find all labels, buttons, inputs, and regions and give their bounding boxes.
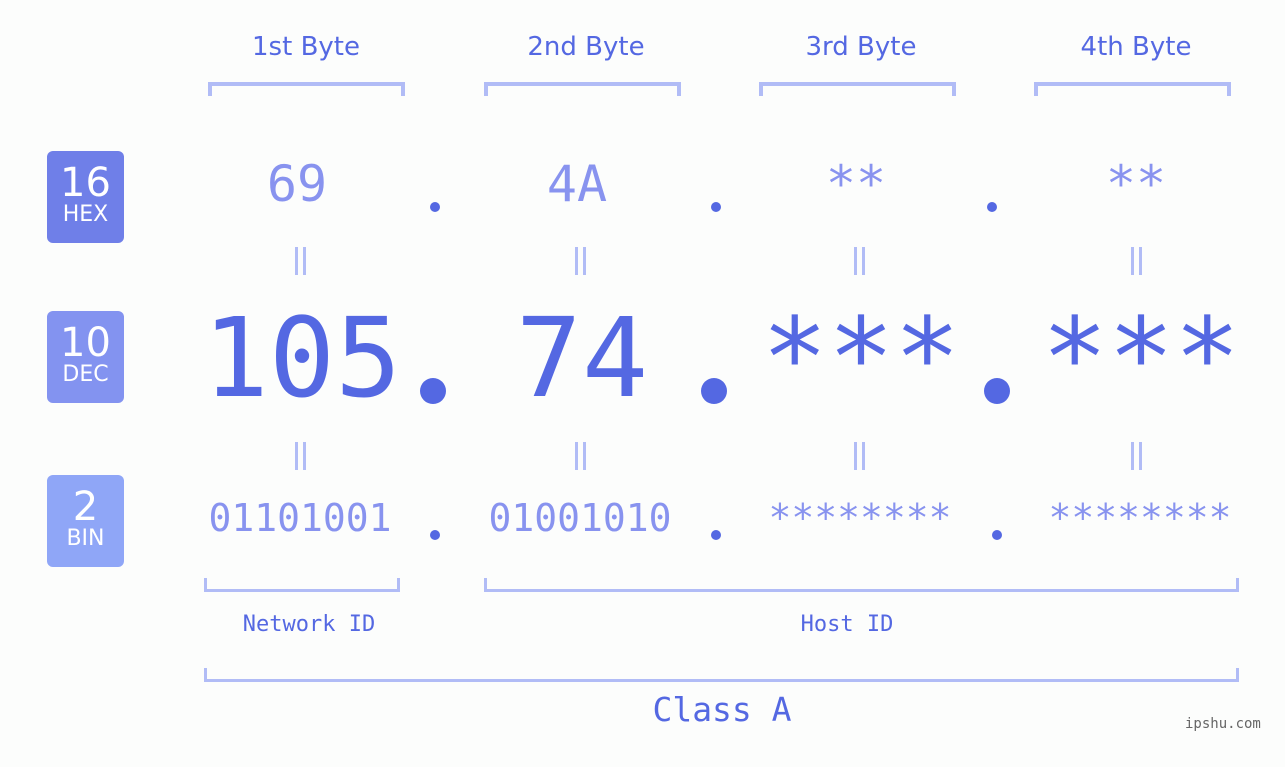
byte-bracket-1 [208, 82, 405, 96]
equals-icon [1127, 247, 1147, 275]
byte-label-3: 3rd Byte [805, 32, 917, 62]
bin-value-1: 01101001 [208, 496, 392, 540]
dec-value-1: 105 [202, 294, 402, 422]
dec-value-3: *** [761, 294, 961, 422]
dec-value-2: 74 [515, 294, 649, 422]
equals-icon [291, 247, 311, 275]
bin-value-4: ******** [1048, 496, 1232, 540]
byte-label-2: 2nd Byte [527, 32, 645, 62]
hex-value-3: ** [825, 155, 887, 213]
hex-value-2: 4A [546, 155, 608, 213]
equals-icon [291, 442, 311, 470]
equals-icon [571, 442, 591, 470]
equals-icon [850, 442, 870, 470]
dec-badge: 10 DEC [47, 311, 124, 403]
hex-value-1: 69 [266, 155, 328, 213]
byte-label-4: 4th Byte [1080, 32, 1192, 62]
host-id-label: Host ID [800, 612, 894, 637]
dec-base: 10 [60, 320, 111, 366]
hex-base: 16 [60, 160, 111, 206]
dec-dot-2 [701, 378, 727, 404]
dec-dot-1 [420, 378, 446, 404]
network-id-label: Network ID [242, 612, 376, 637]
bin-value-3: ******** [768, 496, 952, 540]
equals-icon [1127, 442, 1147, 470]
equals-icon [571, 247, 591, 275]
hex-dot-1 [430, 202, 440, 212]
hex-value-4: ** [1105, 155, 1167, 213]
bin-dot-1 [430, 530, 440, 540]
dec-value-4: *** [1041, 294, 1241, 422]
hex-badge: 16 HEX [47, 151, 124, 243]
dec-label: DEC [62, 362, 109, 387]
byte-bracket-2 [484, 82, 681, 96]
bin-dot-2 [711, 530, 721, 540]
watermark: ipshu.com [1185, 716, 1261, 732]
network-id-bracket [204, 578, 400, 592]
dec-dot-3 [984, 378, 1010, 404]
hex-dot-3 [987, 202, 997, 212]
bin-badge: 2 BIN [47, 475, 124, 567]
bin-label: BIN [66, 526, 105, 551]
bin-value-2: 01001010 [488, 496, 672, 540]
byte-bracket-4 [1034, 82, 1231, 96]
bin-dot-3 [992, 530, 1002, 540]
bin-base: 2 [72, 484, 99, 530]
host-id-bracket [484, 578, 1239, 592]
hex-label: HEX [62, 202, 109, 227]
class-label: Class A [652, 690, 792, 729]
class-bracket [204, 668, 1239, 682]
hex-dot-2 [711, 202, 721, 212]
equals-icon [850, 247, 870, 275]
byte-bracket-3 [759, 82, 956, 96]
byte-label-1: 1st Byte [252, 32, 360, 62]
